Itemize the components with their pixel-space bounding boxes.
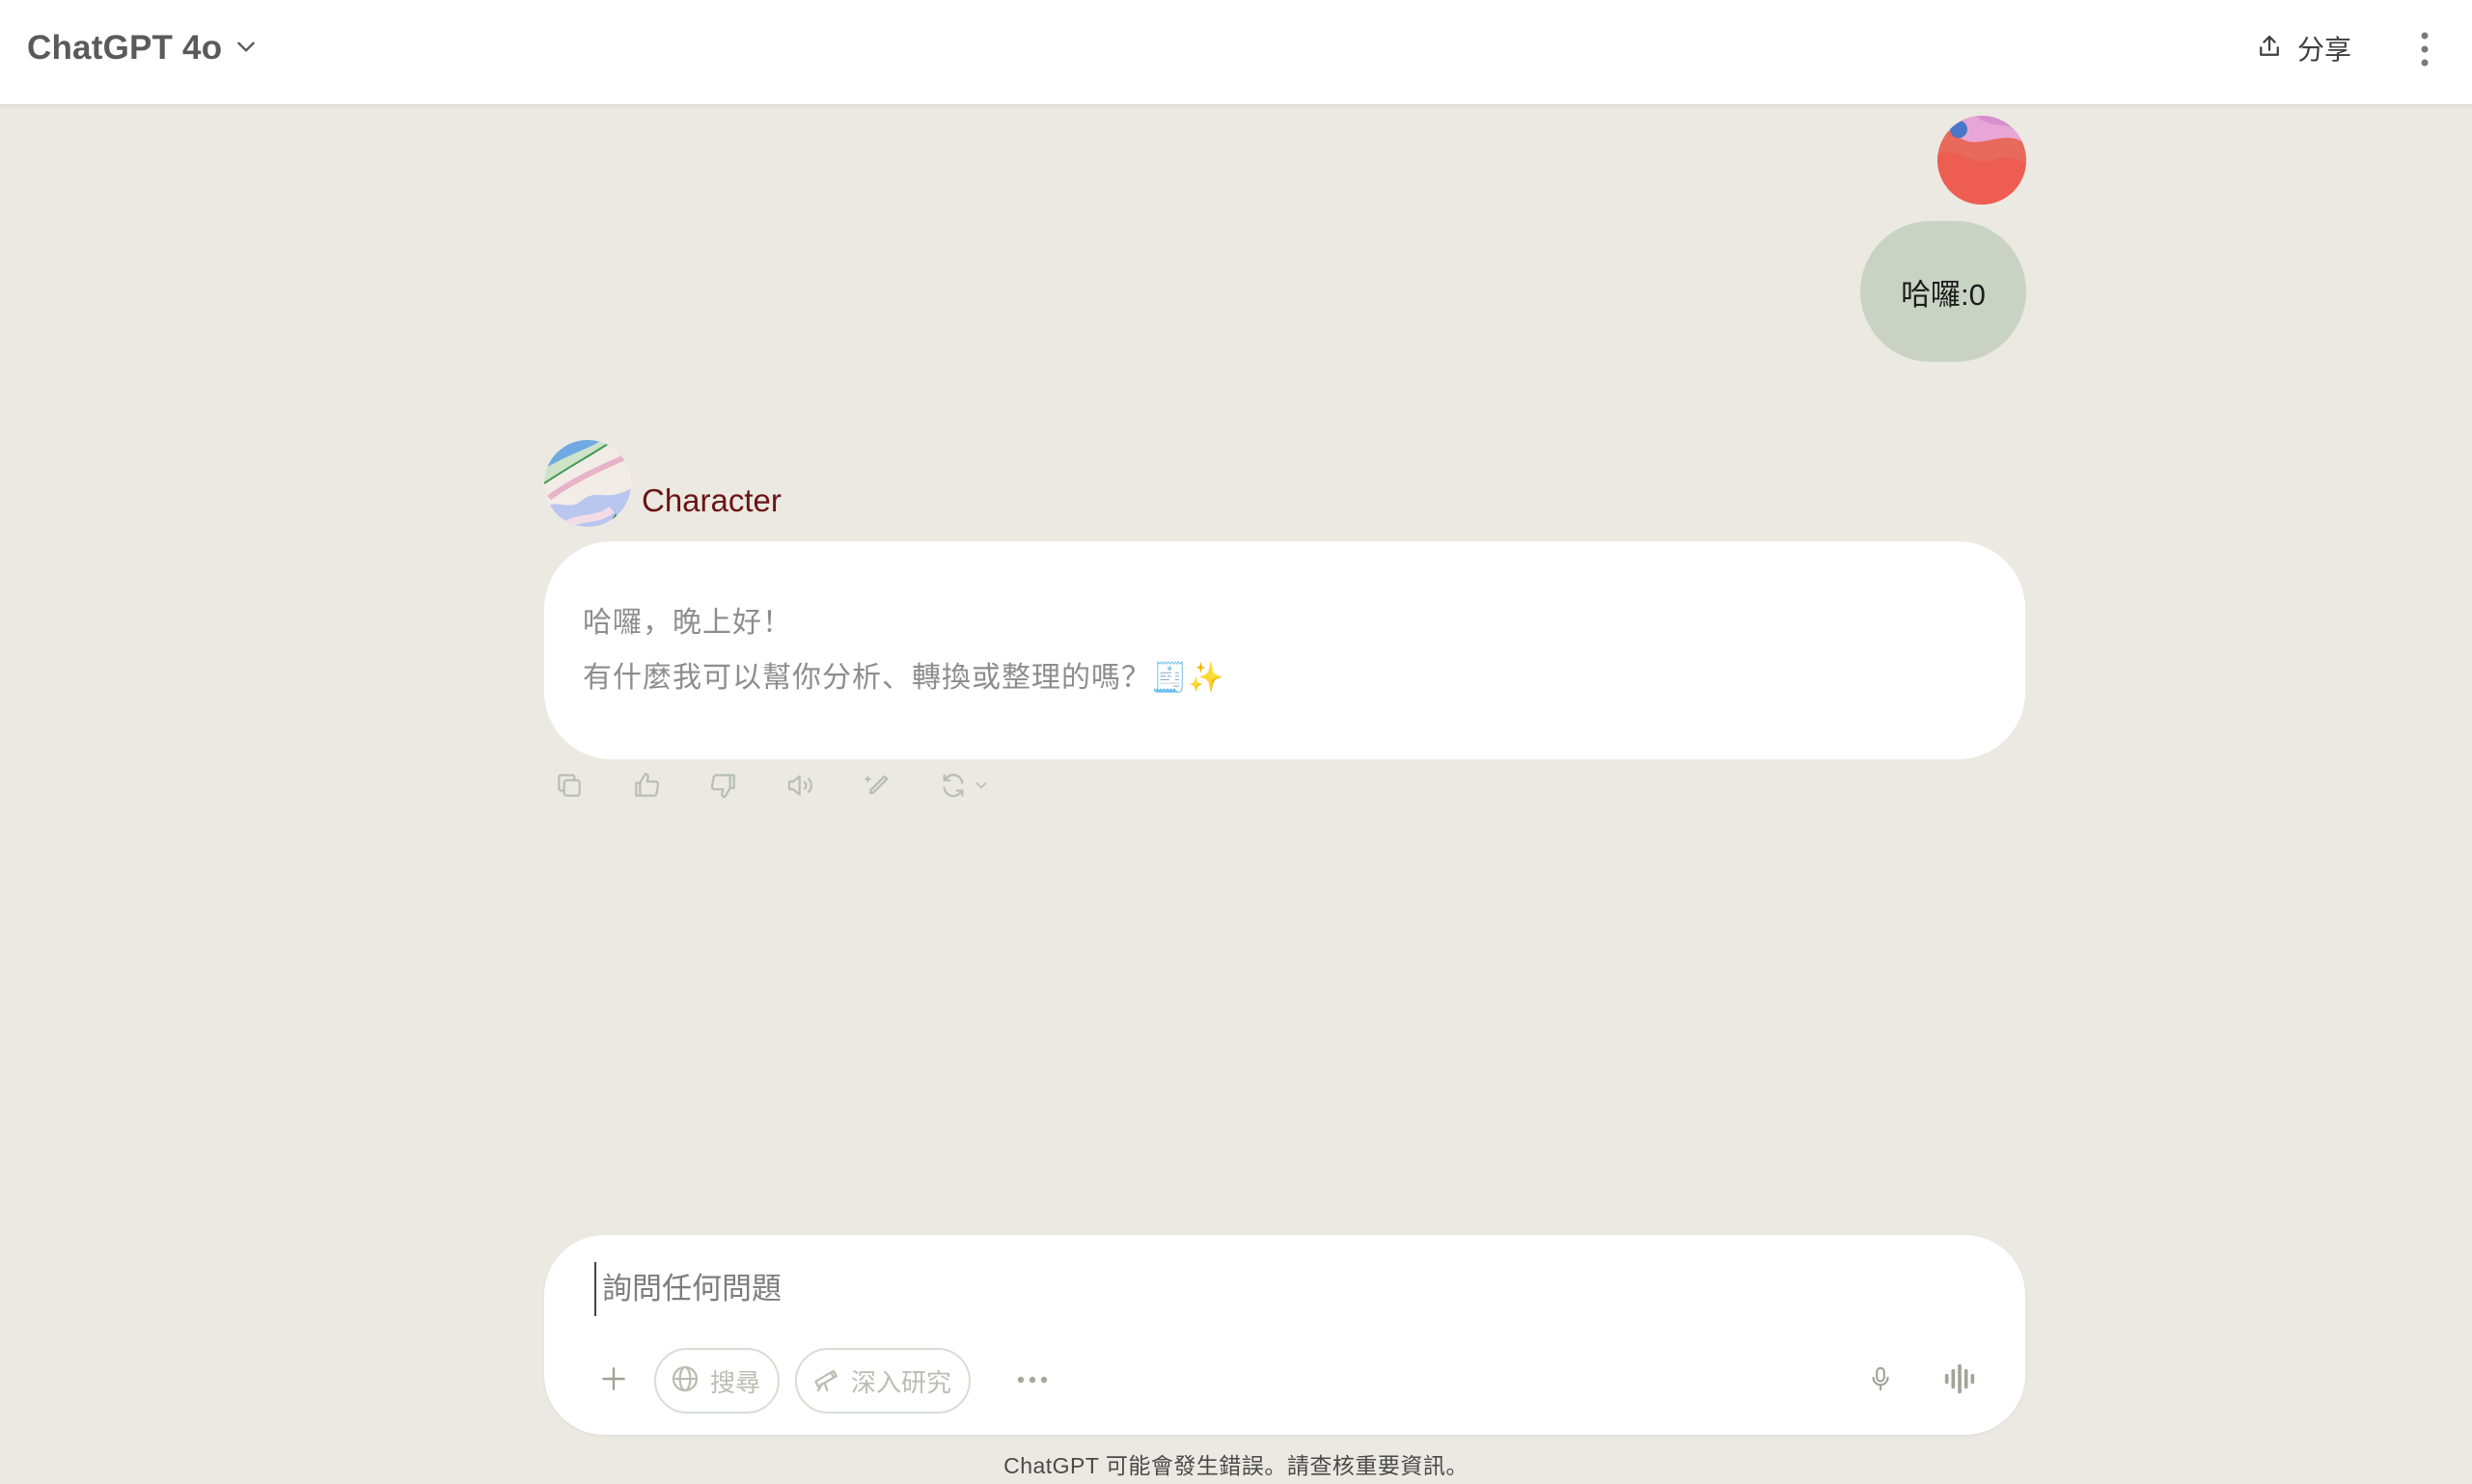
read-aloud-button[interactable] bbox=[783, 770, 818, 805]
user-message-text: 哈囉:0 bbox=[1901, 277, 1986, 312]
share-label: 分享 bbox=[2296, 35, 2351, 65]
thumbs-up-icon bbox=[631, 770, 662, 806]
bad-response-button[interactable] bbox=[706, 770, 741, 805]
attach-button[interactable] bbox=[587, 1354, 641, 1408]
thumbs-down-icon bbox=[708, 770, 739, 806]
assistant-avatar bbox=[544, 440, 631, 527]
dictate-button[interactable] bbox=[1854, 1354, 1908, 1408]
share-button[interactable]: 分享 bbox=[2255, 29, 2351, 68]
regenerate-icon bbox=[938, 770, 969, 806]
plus-icon bbox=[598, 1363, 629, 1399]
telescope-icon bbox=[810, 1363, 841, 1399]
read-aloud-icon bbox=[785, 770, 816, 806]
model-selector[interactable]: ChatGPT 4o bbox=[27, 29, 259, 68]
deep-research-label: 深入研究 bbox=[851, 1367, 952, 1397]
chevron-down-icon bbox=[973, 777, 990, 799]
search-button[interactable]: 搜尋 bbox=[654, 1348, 781, 1414]
user-message-bubble: 哈囉:0 bbox=[1860, 221, 2026, 362]
ellipsis-icon bbox=[1016, 1372, 1049, 1389]
message-action-bar bbox=[552, 770, 1042, 805]
more-options-button[interactable] bbox=[2401, 27, 2449, 75]
voice-mode-button[interactable] bbox=[1931, 1352, 1989, 1410]
copy-icon bbox=[554, 770, 585, 806]
assistant-message-line: 有什麼我可以幫你分析、轉換或整理的嗎？🧾✨ bbox=[583, 662, 1225, 694]
assistant-message-line: 哈囉，晚上好！ bbox=[583, 607, 792, 639]
more-vertical-icon bbox=[2419, 30, 2431, 73]
edit-canvas-icon bbox=[863, 770, 893, 806]
composer-toolbar: 搜尋 深入研究 bbox=[587, 1346, 1991, 1415]
copy-button[interactable] bbox=[552, 770, 587, 805]
edit-in-canvas-button[interactable] bbox=[861, 770, 895, 805]
voice-waveform-icon bbox=[1940, 1360, 1979, 1403]
assistant-message-bubble: 哈囉，晚上好！ 有什麼我可以幫你分析、轉換或整理的嗎？🧾✨ bbox=[544, 541, 2025, 759]
top-bar: ChatGPT 4o 分享 bbox=[0, 0, 2472, 104]
search-label: 搜尋 bbox=[710, 1367, 761, 1397]
chevron-down-icon bbox=[233, 34, 259, 64]
good-response-button[interactable] bbox=[629, 770, 664, 805]
disclaimer-text: ChatGPT 可能會發生錯誤。請查核重要資訊。 bbox=[1003, 1453, 1469, 1478]
regenerate-button[interactable] bbox=[938, 770, 1000, 805]
deep-research-button[interactable]: 深入研究 bbox=[795, 1348, 972, 1414]
assistant-name: Character bbox=[642, 482, 782, 518]
microphone-icon bbox=[1866, 1364, 1895, 1398]
model-title: ChatGPT 4o bbox=[27, 29, 223, 67]
share-icon bbox=[2255, 32, 2284, 66]
prompt-input[interactable] bbox=[594, 1262, 1760, 1316]
user-avatar bbox=[1937, 116, 2026, 205]
composer: 搜尋 深入研究 bbox=[544, 1235, 2025, 1435]
more-tools-button[interactable] bbox=[1003, 1354, 1061, 1408]
globe-icon bbox=[670, 1363, 700, 1399]
